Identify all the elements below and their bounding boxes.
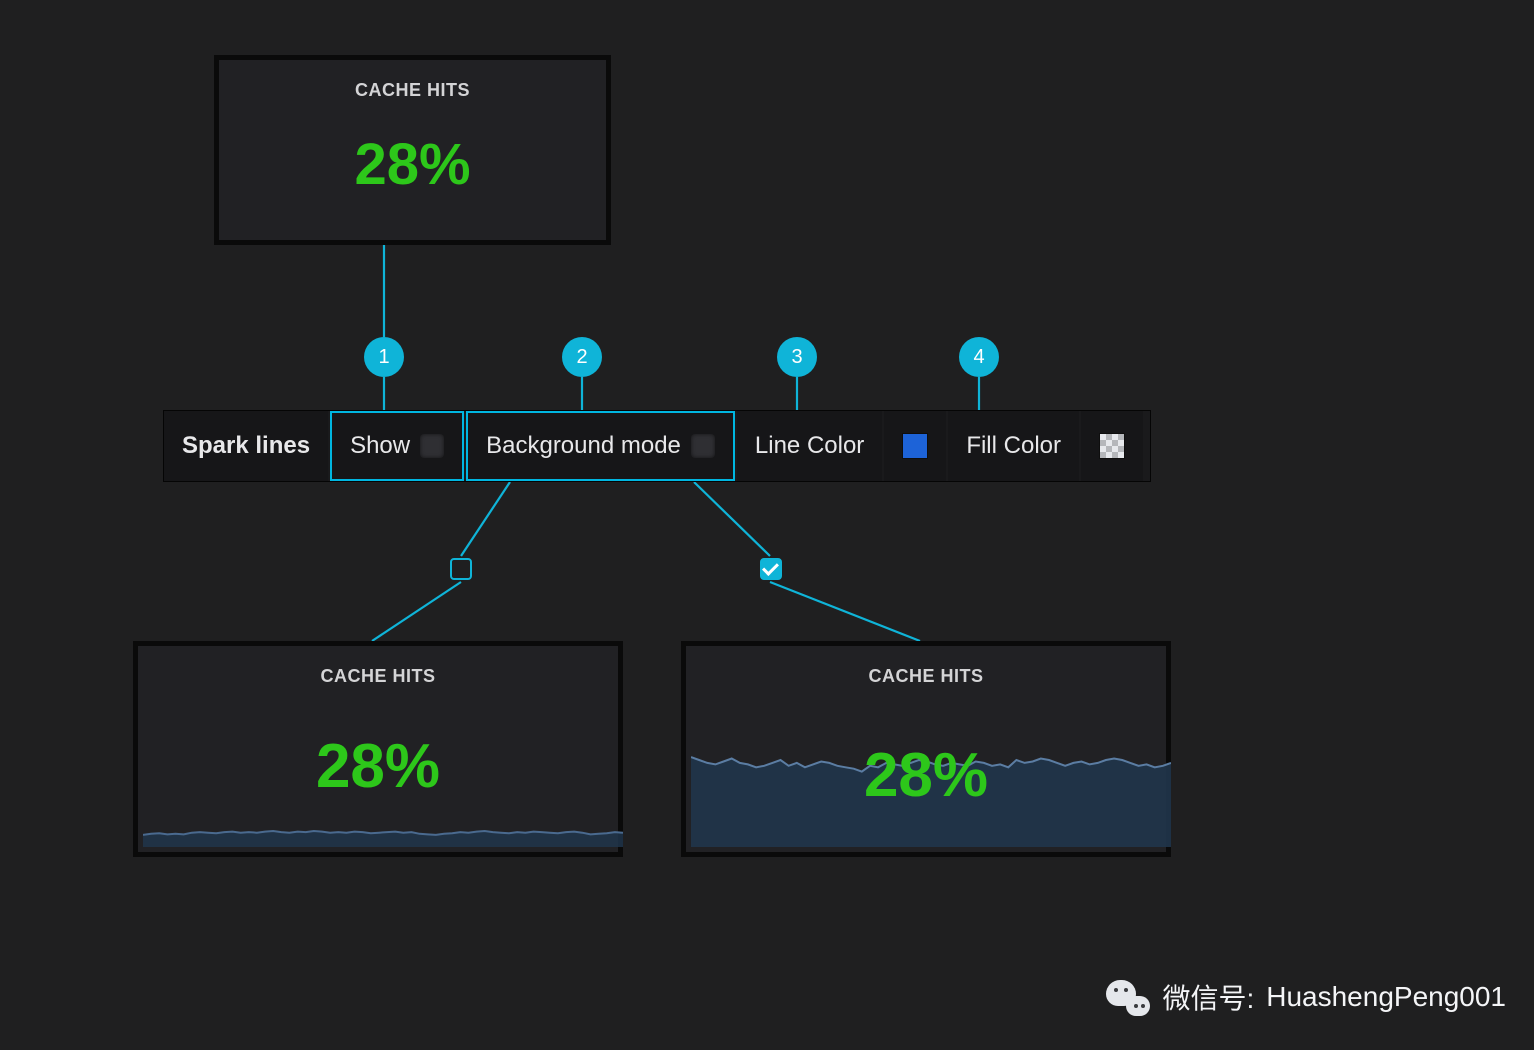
background-mode-checkbox[interactable]	[691, 434, 715, 458]
panel-bottom-right-value: 28%	[686, 740, 1166, 811]
fill-color-swatch-wrap[interactable]	[1081, 411, 1143, 481]
badge-2: 2	[562, 337, 602, 377]
panel-bottom-left: CACHE HITS 28%	[133, 641, 623, 857]
watermark-label: 微信号:	[1162, 977, 1254, 1017]
line-color-swatch-wrap[interactable]	[884, 411, 946, 481]
panel-bottom-right-title: CACHE HITS	[686, 666, 1166, 687]
sparkline-left	[143, 792, 623, 847]
example-checkbox-checked	[760, 558, 782, 580]
fill-color-swatch[interactable]	[1099, 433, 1125, 459]
show-checkbox[interactable]	[420, 434, 444, 458]
toolbar-fill-color-label: Fill Color	[966, 432, 1061, 460]
line-color-swatch[interactable]	[902, 433, 928, 459]
badge-3: 3	[777, 337, 817, 377]
panel-bottom-left-title: CACHE HITS	[138, 666, 618, 687]
toolbar-section-label: Spark lines	[164, 411, 328, 481]
toolbar-background-mode-label: Background mode	[486, 432, 681, 460]
example-checkbox-unchecked	[450, 558, 472, 580]
toolbar-show-label: Show	[350, 432, 410, 460]
connector-lines	[0, 0, 1534, 1050]
toolbar-fill-color-cell[interactable]: Fill Color	[948, 411, 1079, 481]
wechat-icon	[1104, 974, 1150, 1020]
toolbar-line-color-cell[interactable]: Line Color	[737, 411, 882, 481]
watermark: 微信号: HuashengPeng001	[1104, 974, 1506, 1020]
toolbar-line-color-label: Line Color	[755, 432, 864, 460]
watermark-value: HuashengPeng001	[1266, 981, 1506, 1013]
badge-4: 4	[959, 337, 999, 377]
toolbar-show-cell[interactable]: Show	[330, 411, 464, 481]
sparkline-toolbar: Spark lines Show Background mode Line Co…	[163, 410, 1151, 482]
panel-bottom-right: CACHE HITS 28%	[681, 641, 1171, 857]
toolbar-background-mode-cell[interactable]: Background mode	[466, 411, 735, 481]
badge-1: 1	[364, 337, 404, 377]
